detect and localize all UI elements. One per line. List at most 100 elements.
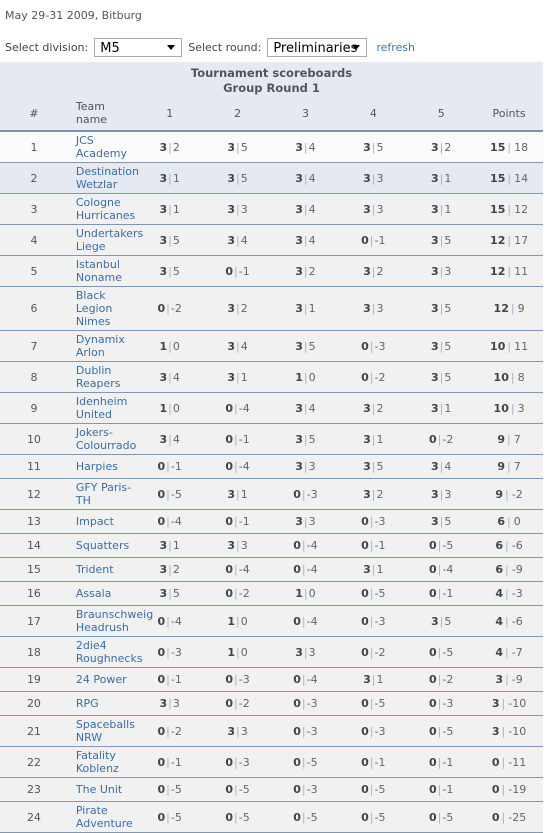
table-row[interactable]: 4 Undertakers Liege 3|5 3|4 3|4 0|-1 3|5 12 | 17 (0, 224, 543, 256)
team-link[interactable]: Black Legion Nimes (76, 289, 112, 328)
table-row[interactable]: 1 JCS Academy 3|2 3|5 3|4 3|5 3|2 15 | 18 (0, 131, 543, 163)
team-link[interactable]: RPG (76, 697, 99, 710)
separator: | (510, 401, 515, 415)
team-link[interactable]: Pirate Adventure (76, 804, 133, 830)
row-game-2: 3|1 (203, 478, 272, 510)
row-rank: 21 (0, 715, 68, 747)
table-row[interactable]: 24 Pirate Adventure 0|-5 0|-5 0|-5 0|-5 0|-5 0 |… (0, 801, 543, 833)
row-game-5: 3|5 (407, 286, 476, 331)
table-row[interactable]: 16 Assala 3|5 0|-2 1|0 0|-5 0|-1 4 | -3 (0, 581, 543, 606)
row-points: 6 | -9 (475, 557, 543, 582)
team-link[interactable]: 24 Power (76, 673, 127, 686)
row-game-5: 3|3 (407, 478, 476, 510)
column-header-game-4: 4 (339, 97, 408, 132)
row-game-4: 0|-5 (339, 777, 408, 802)
game-points: 3 (363, 264, 371, 278)
table-row[interactable]: 3 Cologne Hurricanes 3|1 3|3 3|4 3|3 3|1 15 | 12 (0, 193, 543, 225)
team-link[interactable]: Jokers-Colourrado (76, 426, 136, 452)
table-row[interactable]: 20 RPG 3|3 0|-2 0|-3 0|-5 0|-3 3 | -10 (0, 691, 543, 716)
team-link[interactable]: Spaceballs NRW (76, 718, 135, 744)
table-row[interactable]: 7 Dynamix Arlon 1|0 3|4 3|5 0|-3 3|5 10 | 11 (0, 330, 543, 362)
row-game-5: 3|4 (407, 454, 476, 479)
division-select[interactable]: M5 (94, 37, 183, 57)
row-game-5: 0|-2 (407, 423, 476, 455)
table-row[interactable]: 17 Braunschweig Headrush 0|-4 1|0 0|-4 0|-3 3|… (0, 605, 543, 637)
table-row[interactable]: 5 Istanbul Noname 3|5 0|-1 3|2 3|2 3|3 12 | 11 (0, 255, 543, 287)
table-row[interactable]: 9 Idenheim United 1|0 0|-4 3|4 3|2 3|1 10 | 3 (0, 392, 543, 424)
refresh-link[interactable]: refresh (376, 41, 415, 54)
row-game-1: 3|4 (135, 423, 204, 455)
team-link[interactable]: Cologne Hurricanes (76, 196, 135, 222)
table-row[interactable]: 15 Trident 3|2 0|-4 0|-4 3|1 0|-4 6 | -9 (0, 557, 543, 582)
row-game-2: 3|4 (203, 330, 272, 362)
game-diff: -5 (170, 783, 182, 796)
table-row[interactable]: 18 2die4 Roughnecks 0|-3 1|0 3|3 0|-2 0|-5 4 | -7 (0, 636, 543, 668)
total-diff: 11 (514, 339, 529, 353)
team-link[interactable]: Dublin Reapers (76, 364, 121, 390)
team-link[interactable]: Squatters (76, 539, 129, 552)
game-diff: 2 (376, 264, 384, 278)
game-points: 3 (431, 339, 439, 353)
row-game-5: 0|-1 (407, 777, 476, 802)
game-diff: 3 (240, 202, 248, 216)
team-link[interactable]: Destination Wetzlar (76, 165, 139, 191)
table-row[interactable]: 23 The Unit 0|-5 0|-5 0|-3 0|-5 0|-1 0 | -19 (0, 777, 543, 802)
table-row[interactable]: 19 24 Power 0|-1 0|-3 0|-4 3|1 0|-2 3 | -9 (0, 667, 543, 692)
game-diff: 5 (172, 587, 180, 600)
game-points: 0 (429, 697, 437, 710)
table-row[interactable]: 11 Harpies 0|-1 0|-4 3|3 3|5 3|4 9 | 7 (0, 454, 543, 479)
game-diff: 1 (376, 563, 384, 576)
total-diff: -6 (511, 614, 523, 628)
team-link[interactable]: Istanbul Noname (76, 258, 122, 284)
row-game-4: 0|-5 (339, 801, 408, 833)
table-row[interactable]: 13 Impact 0|-4 0|-1 3|3 0|-3 3|5 6 | 0 (0, 509, 543, 534)
table-row[interactable]: 2 Destination Wetzlar 3|1 3|5 3|4 3|3 3|1 15 | 14 (0, 162, 543, 194)
separator: | (507, 202, 512, 216)
row-game-1: 0|-2 (135, 286, 204, 331)
row-game-5: 0|-5 (407, 636, 476, 668)
total-diff: 3 (517, 401, 525, 415)
row-team-name: Spaceballs NRW (67, 715, 136, 747)
game-diff: -1 (238, 515, 250, 528)
team-link[interactable]: Dynamix Arlon (76, 333, 125, 359)
table-row[interactable]: 22 Fatality Koblenz 0|-1 0|-3 0|-5 0|-1 0|-1 0 |… (0, 746, 543, 778)
team-link[interactable]: Trident (76, 563, 114, 576)
table-row[interactable]: 21 Spaceballs NRW 0|-2 3|3 0|-3 0|-3 0|-5 3 | -10 (0, 715, 543, 747)
game-points: 0 (225, 810, 234, 824)
game-diff: -1 (442, 587, 454, 600)
row-game-2: 0|-1 (203, 255, 272, 287)
team-link[interactable]: Undertakers Liege (76, 227, 143, 253)
team-link[interactable]: Harpies (76, 460, 118, 473)
team-link[interactable]: Impact (76, 515, 114, 528)
game-diff: -4 (306, 539, 318, 552)
round-select[interactable]: Preliminaries (267, 37, 368, 57)
team-link[interactable]: Idenheim United (76, 395, 127, 421)
table-row[interactable]: 6 Black Legion Nimes 0|-2 3|2 3|1 3|3 3|5 12 | 9 (0, 286, 543, 331)
team-link[interactable]: 2die4 Roughnecks (76, 639, 143, 665)
total-points: 0 (491, 810, 500, 824)
table-row[interactable]: 8 Dublin Reapers 3|4 3|1 1|0 0|-2 3|5 10 | 8 (0, 361, 543, 393)
row-game-3: 0|-3 (271, 478, 340, 510)
table-row[interactable]: 14 Squatters 3|1 3|3 0|-4 0|-1 0|-5 6 | -6 (0, 533, 543, 558)
separator: | (507, 515, 511, 528)
game-points: 3 (431, 140, 439, 154)
team-link[interactable]: The Unit (76, 783, 122, 796)
row-game-5: 3|5 (407, 361, 476, 393)
game-points: 0 (293, 614, 301, 628)
team-link[interactable]: JCS Academy (76, 134, 127, 160)
row-game-5: 0|-5 (407, 801, 476, 833)
total-points: 3 (491, 724, 500, 738)
row-game-4: 3|3 (339, 193, 408, 225)
team-link[interactable]: Fatality Koblenz (76, 749, 119, 775)
game-points: 3 (295, 515, 303, 528)
team-link[interactable]: Assala (76, 587, 112, 600)
row-game-4: 3|2 (339, 255, 408, 287)
row-game-4: 0|-3 (339, 330, 408, 362)
game-points: 1 (295, 587, 303, 600)
row-game-4: 3|5 (339, 131, 408, 163)
scoreboard-title: Tournament scoreboards Group Round 1 (0, 62, 543, 97)
team-link[interactable]: GFY Paris-TH (76, 481, 131, 507)
separator: | (505, 587, 509, 600)
table-row[interactable]: 10 Jokers-Colourrado 3|4 0|-1 3|5 3|1 0|-2 9 | 7 (0, 423, 543, 455)
table-row[interactable]: 12 GFY Paris-TH 0|-5 3|1 0|-3 3|2 3|3 9 | -2 (0, 478, 543, 510)
